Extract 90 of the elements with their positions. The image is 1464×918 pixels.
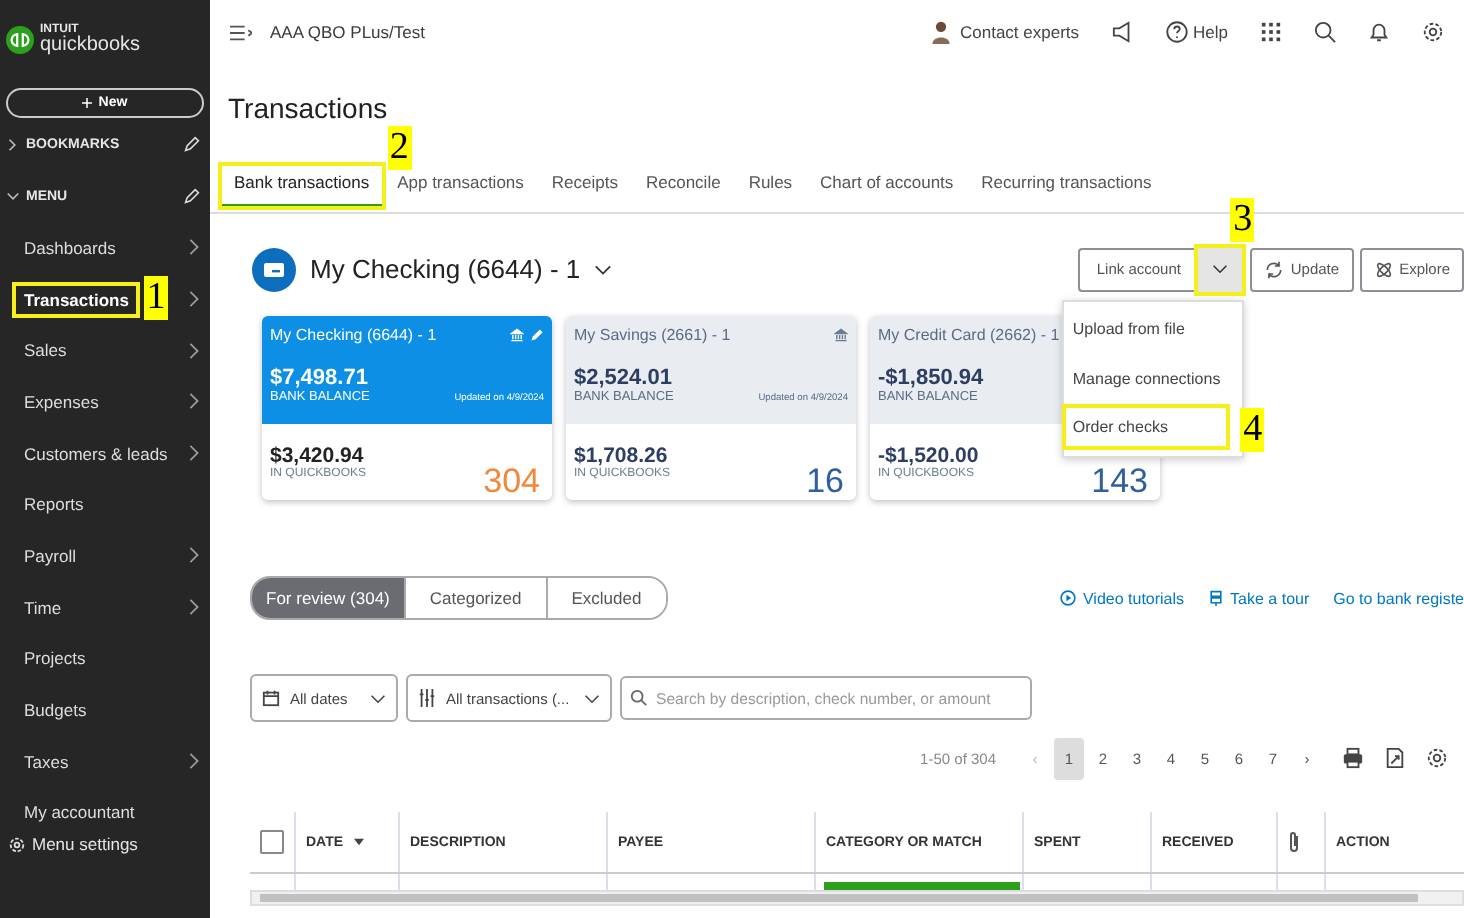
bell-icon[interactable] xyxy=(1368,20,1390,44)
quickbooks-balance: -$1,520.00 xyxy=(878,444,981,468)
brand-name: quickbooks xyxy=(40,36,141,56)
bank-icon xyxy=(834,328,848,342)
bank-account-icon xyxy=(252,247,296,291)
tab[interactable]: Chart of accounts xyxy=(806,164,968,208)
segment-tab[interactable]: Excluded xyxy=(545,578,666,618)
avatar-icon xyxy=(929,20,952,44)
sidebar-item[interactable]: Sales xyxy=(14,334,77,367)
pencil-icon[interactable] xyxy=(184,188,200,204)
chevron-down-icon[interactable] xyxy=(594,263,613,275)
sidebar-item[interactable]: Budgets xyxy=(14,694,97,727)
settings-icon[interactable] xyxy=(1422,20,1444,44)
transaction-count: 16 xyxy=(806,464,844,498)
card-title: My Credit Card (2662) - 1 xyxy=(878,326,1060,344)
atom-icon xyxy=(1373,259,1394,279)
transaction-count: 143 xyxy=(1091,464,1148,498)
horizontal-scrollbar[interactable] xyxy=(250,890,1464,906)
page-title: Transactions xyxy=(228,92,390,128)
print-icon[interactable] xyxy=(1342,746,1364,770)
card-title: My Savings (2661) - 1 xyxy=(574,326,731,344)
chevron-down-icon xyxy=(1212,264,1229,274)
refresh-icon xyxy=(1264,259,1285,279)
sidebar-item[interactable]: Dashboards xyxy=(14,231,126,264)
callout-number: 4 xyxy=(1240,407,1265,451)
tab[interactable]: Recurring transactions xyxy=(967,164,1166,208)
plus-icon xyxy=(82,98,93,108)
search-icon[interactable] xyxy=(1314,20,1336,44)
account-name[interactable]: My Checking (6644) - 1 xyxy=(310,254,581,284)
sort-arrow-icon xyxy=(353,838,364,846)
callout-number: 1 xyxy=(144,275,168,320)
sidebar-item[interactable]: My accountant xyxy=(14,796,145,829)
sidebar-item[interactable]: Taxes xyxy=(14,745,79,778)
bank-balance: $2,524.01 xyxy=(574,366,672,390)
help-icon[interactable] xyxy=(1165,20,1188,44)
bank-balance: $7,498.71 xyxy=(270,366,368,390)
chevron-right-icon xyxy=(188,752,200,771)
bank-balance: -$1,850.94 xyxy=(878,366,984,390)
signpost-icon xyxy=(1208,590,1225,606)
chevron-right-icon xyxy=(188,238,200,257)
sidebar-item[interactable]: Transactions xyxy=(14,283,139,316)
chevron-right-icon xyxy=(188,444,200,463)
chevron-right-icon xyxy=(188,598,200,617)
sidebar-item[interactable]: Expenses xyxy=(14,385,109,418)
tab[interactable]: Rules xyxy=(734,164,807,208)
play-circle-icon xyxy=(1060,590,1077,606)
callout-number: 3 xyxy=(1230,197,1255,241)
sidebar-item[interactable]: Reports xyxy=(14,488,94,521)
chevron-right-icon xyxy=(188,392,200,411)
quickbooks-balance: $3,420.94 xyxy=(270,444,364,468)
segment-tab[interactable]: For review (304) xyxy=(252,578,404,618)
apps-grid-icon[interactable] xyxy=(1260,20,1282,44)
menu-settings-link[interactable]: Menu settings xyxy=(32,834,138,855)
paperclip-icon xyxy=(1288,830,1300,854)
chevron-right-icon xyxy=(188,341,200,360)
sidebar-item[interactable]: Projects xyxy=(14,642,96,675)
calendar-icon xyxy=(262,688,280,708)
bank-icon xyxy=(510,328,524,342)
transaction-count: 304 xyxy=(483,464,540,498)
help-link[interactable]: Help xyxy=(1193,22,1228,42)
export-icon[interactable] xyxy=(1384,746,1406,770)
dropdown-toggle[interactable] xyxy=(1196,245,1245,293)
contact-experts-link[interactable]: Contact experts xyxy=(959,22,1080,42)
callout-number: 2 xyxy=(387,126,412,170)
sidebar-item[interactable]: Payroll xyxy=(14,539,86,572)
quickbooks-balance: $1,708.26 xyxy=(574,444,668,468)
chevron-right-icon xyxy=(188,546,200,565)
chevron-down-icon xyxy=(584,693,600,703)
chevron-down-icon xyxy=(370,693,386,703)
tab[interactable]: App transactions xyxy=(383,164,538,208)
menu-icon[interactable] xyxy=(230,23,252,41)
sidebar-item[interactable]: Time xyxy=(14,591,72,624)
pencil-icon[interactable] xyxy=(184,136,200,152)
gear-icon xyxy=(8,835,26,854)
search-icon xyxy=(630,688,648,708)
card-title: My Checking (6644) - 1 xyxy=(270,326,437,344)
sliders-icon xyxy=(418,688,436,708)
company-name: AAA QBO PLus/Test xyxy=(270,22,425,42)
help-link[interactable]: Go to bank registe xyxy=(1333,589,1464,607)
tab[interactable]: Bank transactions xyxy=(220,164,384,208)
chevron-right-icon xyxy=(188,290,200,309)
tab[interactable]: Receipts xyxy=(537,164,632,208)
help-link[interactable]: Take a tour xyxy=(1208,589,1310,607)
tab[interactable]: Reconcile xyxy=(631,164,735,208)
logo-icon xyxy=(6,26,34,54)
sidebar-item[interactable]: Customers & leads xyxy=(14,437,178,470)
help-link[interactable]: Video tutorials xyxy=(1060,589,1185,607)
settings-icon[interactable] xyxy=(1426,746,1448,770)
select-all-checkbox[interactable] xyxy=(260,830,284,854)
megaphone-icon[interactable] xyxy=(1111,20,1134,44)
